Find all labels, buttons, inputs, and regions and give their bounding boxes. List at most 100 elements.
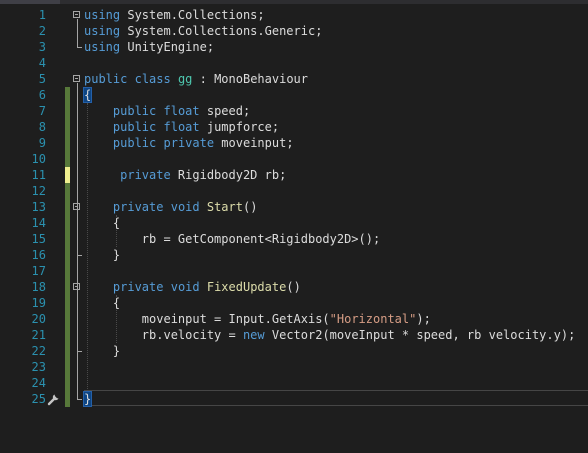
code-token: () [286, 280, 301, 294]
editor-gutter: 1 2 3 4 5 6 7 8 9 10 11 12 13 14 15 16 17 18 19 20 21 22 23 24 2… [0, 4, 82, 453]
saved-change-marker [65, 343, 70, 359]
code-line[interactable]: { [84, 295, 120, 311]
code-line[interactable]: moveinput = Input.GetAxis("Horizontal"); [84, 311, 431, 327]
line-number: 2 [38, 24, 46, 38]
code-line[interactable]: } [84, 247, 120, 263]
code-token: void [170, 200, 200, 214]
code-token: private [112, 280, 164, 294]
line-number: 15 [31, 232, 46, 246]
code-token: "Horizontal" [329, 312, 417, 326]
outline-guide [77, 211, 78, 255]
outline-end [77, 351, 82, 352]
code-line[interactable]: private void Start() [84, 199, 258, 215]
line-number: 11 [31, 168, 46, 182]
code-line[interactable]: { [84, 215, 120, 231]
code-token: Vector2(moveInput * speed, rb velocity.y… [264, 328, 576, 342]
saved-change-marker [65, 375, 70, 391]
collapse-region-icon[interactable] [73, 75, 80, 82]
outline-end [77, 47, 82, 48]
code-token: float [163, 120, 200, 134]
saved-change-marker [65, 231, 70, 247]
code-line[interactable]: private Rigidbody2D rb; [84, 167, 286, 183]
outline-end [77, 399, 82, 400]
saved-change-marker [65, 247, 70, 263]
code-line[interactable]: public class gg : MonoBehaviour [84, 71, 308, 87]
line-number: 21 [31, 328, 46, 342]
code-token: using [84, 40, 121, 54]
code-token: class [134, 72, 171, 86]
line-number: 20 [31, 312, 46, 326]
code-line[interactable]: } [82, 391, 93, 407]
saved-change-marker [65, 327, 70, 343]
code-token: jumpforce; [199, 120, 280, 134]
code-token: Start [206, 200, 243, 214]
code-token: { [112, 216, 121, 230]
code-line[interactable]: using UnityEngine; [84, 39, 214, 55]
line-number: 16 [31, 248, 46, 262]
code-token: { [112, 296, 121, 310]
saved-change-marker [65, 199, 70, 215]
code-token: FixedUpdate [206, 280, 287, 294]
code-token: : MonoBehaviour [192, 72, 308, 86]
code-line[interactable]: private void FixedUpdate() [84, 279, 301, 295]
line-number: 12 [31, 184, 46, 198]
saved-change-marker [65, 151, 70, 167]
code-line[interactable]: public private moveinput; [84, 135, 294, 151]
outline-guide [77, 19, 78, 47]
code-line[interactable]: using System.Collections.Generic; [84, 23, 322, 39]
code-token: public [112, 104, 157, 118]
code-line[interactable]: public float jumpforce; [84, 119, 279, 135]
line-number: 22 [31, 344, 46, 358]
code-token: Rigidbody2D rb; [170, 168, 287, 182]
code-line[interactable]: public float speed; [84, 103, 250, 119]
code-token: private [112, 200, 164, 214]
saved-change-marker [65, 295, 70, 311]
line-number: 5 [38, 72, 46, 86]
line-number: 13 [31, 200, 46, 214]
code-token: ); [416, 312, 431, 326]
screwdriver-lightbulb-icon[interactable] [46, 391, 62, 407]
code-token: } [82, 391, 93, 407]
saved-change-marker [65, 135, 70, 151]
line-number: 9 [38, 136, 46, 150]
code-line[interactable]: { [82, 87, 93, 103]
code-line[interactable]: using System.Collections; [84, 7, 265, 23]
code-editor[interactable]: 1 2 3 4 5 6 7 8 9 10 11 12 13 14 15 16 17 18 19 20 21 22 23 24 2… [0, 4, 588, 453]
line-number: 18 [31, 280, 46, 294]
code-token: } [112, 248, 121, 262]
code-token: private [163, 136, 215, 150]
current-line-highlight [84, 390, 588, 406]
saved-change-marker [65, 279, 70, 295]
code-token: rb.velocity = [141, 328, 243, 342]
code-token: void [170, 280, 200, 294]
saved-change-marker [65, 215, 70, 231]
saved-change-marker [65, 391, 70, 407]
saved-change-marker [65, 263, 70, 279]
collapse-region-icon[interactable] [73, 11, 80, 18]
code-area[interactable]: using System.Collections; using System.Co… [82, 4, 588, 453]
code-token: using [84, 8, 121, 22]
code-line[interactable]: rb = GetComponent<Rigidbody2D>(); [84, 231, 380, 247]
code-token: System.Collections; [120, 8, 265, 22]
code-line[interactable]: rb.velocity = new Vector2(moveInput * sp… [84, 327, 576, 343]
line-number: 6 [38, 88, 46, 102]
code-line[interactable]: } [84, 343, 120, 359]
code-token: private [120, 168, 171, 182]
code-token: { [82, 87, 93, 103]
code-token: System.Collections.Generic; [120, 24, 323, 38]
